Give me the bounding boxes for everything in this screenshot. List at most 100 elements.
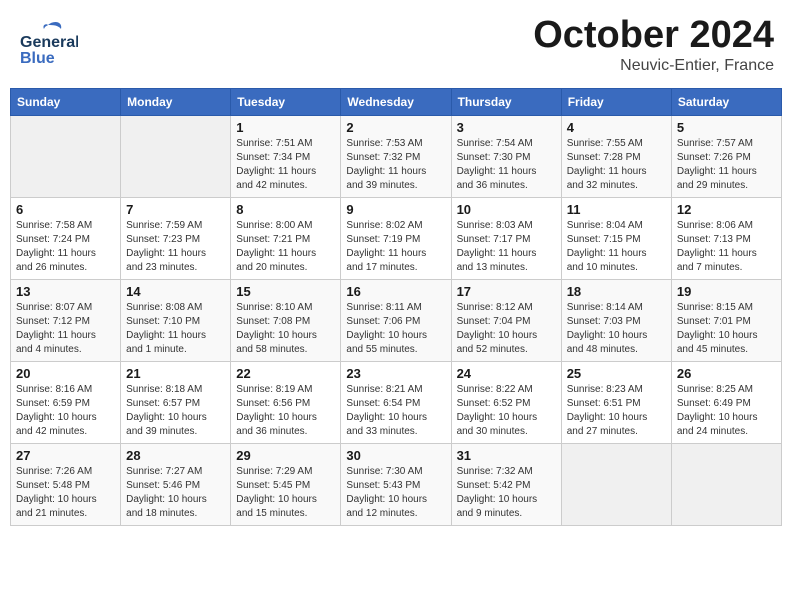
day-info: Sunrise: 8:25 AM Sunset: 6:49 PM Dayligh…	[677, 383, 776, 439]
day-info: Sunrise: 8:08 AM Sunset: 7:10 PM Dayligh…	[126, 301, 225, 357]
table-row: 25Sunrise: 8:23 AM Sunset: 6:51 PM Dayli…	[561, 361, 671, 443]
week-row-3: 13Sunrise: 8:07 AM Sunset: 7:12 PM Dayli…	[11, 279, 782, 361]
table-row: 5 Sunrise: 7:57 AM Sunset: 7:26 PM Daylig…	[671, 115, 781, 197]
day-info: Sunrise: 7:57 AM Sunset: 7:26 PM Dayligh…	[677, 137, 776, 193]
table-row	[11, 115, 121, 197]
table-row: 23 Sunrise: 8:21 AM Sunset: 6:54 PM Dayli…	[341, 361, 451, 443]
day-number: 23	[346, 366, 445, 381]
day-info: Sunrise: 7:55 AM Sunset: 7:28 PM Dayligh…	[567, 137, 666, 193]
svg-text:General: General	[20, 34, 78, 51]
day-number: 6	[16, 202, 115, 217]
day-info: Sunrise: 8:06 AM Sunset: 7:13 PM Dayligh…	[677, 219, 776, 275]
table-row: 30 Sunrise: 7:30 AM Sunset: 5:43 PM Dayli…	[341, 443, 451, 525]
day-number: 14	[126, 284, 225, 299]
day-number: 27	[16, 448, 115, 463]
table-row: 13Sunrise: 8:07 AM Sunset: 7:12 PM Dayli…	[11, 279, 121, 361]
day-number: 20	[16, 366, 115, 381]
week-row-4: 20 Sunrise: 8:16 AM Sunset: 6:59 PM Dayli…	[11, 361, 782, 443]
table-row: 7 Sunrise: 7:59 AM Sunset: 7:23 PM Daylig…	[121, 197, 231, 279]
day-number: 8	[236, 202, 335, 217]
week-row-5: 27 Sunrise: 7:26 AM Sunset: 5:48 PM Dayli…	[11, 443, 782, 525]
week-row-2: 6 Sunrise: 7:58 AM Sunset: 7:24 PM Daylig…	[11, 197, 782, 279]
table-row: 1Sunrise: 7:51 AM Sunset: 7:34 PM Daylig…	[231, 115, 341, 197]
day-info: Sunrise: 8:15 AM Sunset: 7:01 PM Dayligh…	[677, 301, 776, 357]
day-number: 5	[677, 120, 776, 135]
table-row: 17Sunrise: 8:12 AM Sunset: 7:04 PM Dayli…	[451, 279, 561, 361]
day-info: Sunrise: 8:22 AM Sunset: 6:52 PM Dayligh…	[457, 383, 556, 439]
table-row: 22Sunrise: 8:19 AM Sunset: 6:56 PM Dayli…	[231, 361, 341, 443]
day-number: 13	[16, 284, 115, 299]
table-row: 4 Sunrise: 7:55 AM Sunset: 7:28 PM Daylig…	[561, 115, 671, 197]
table-row: 9Sunrise: 8:02 AM Sunset: 7:19 PM Daylig…	[341, 197, 451, 279]
table-row: 31 Sunrise: 7:32 AM Sunset: 5:42 PM Dayli…	[451, 443, 561, 525]
day-info: Sunrise: 8:16 AM Sunset: 6:59 PM Dayligh…	[16, 383, 115, 439]
day-info: Sunrise: 8:19 AM Sunset: 6:56 PM Dayligh…	[236, 383, 335, 439]
day-number: 12	[677, 202, 776, 217]
header-sunday: Sunday	[11, 88, 121, 115]
day-info: Sunrise: 7:54 AM Sunset: 7:30 PM Dayligh…	[457, 137, 556, 193]
day-number: 19	[677, 284, 776, 299]
day-number: 29	[236, 448, 335, 463]
day-number: 24	[457, 366, 556, 381]
table-row: 2Sunrise: 7:53 AM Sunset: 7:32 PM Daylig…	[341, 115, 451, 197]
table-row: 20 Sunrise: 8:16 AM Sunset: 6:59 PM Dayli…	[11, 361, 121, 443]
day-info: Sunrise: 7:58 AM Sunset: 7:24 PM Dayligh…	[16, 219, 115, 275]
day-number: 3	[457, 120, 556, 135]
day-number: 11	[567, 202, 666, 217]
day-info: Sunrise: 8:10 AM Sunset: 7:08 PM Dayligh…	[236, 301, 335, 357]
table-row: 18 Sunrise: 8:14 AM Sunset: 7:03 PM Dayli…	[561, 279, 671, 361]
day-number: 7	[126, 202, 225, 217]
day-info: Sunrise: 8:04 AM Sunset: 7:15 PM Dayligh…	[567, 219, 666, 275]
day-number: 26	[677, 366, 776, 381]
day-number: 30	[346, 448, 445, 463]
table-row: 11 Sunrise: 8:04 AM Sunset: 7:15 PM Dayli…	[561, 197, 671, 279]
day-number: 25	[567, 366, 666, 381]
header-saturday: Saturday	[671, 88, 781, 115]
calendar-body: 1Sunrise: 7:51 AM Sunset: 7:34 PM Daylig…	[11, 115, 782, 525]
table-row: 27 Sunrise: 7:26 AM Sunset: 5:48 PM Dayli…	[11, 443, 121, 525]
day-info: Sunrise: 8:18 AM Sunset: 6:57 PM Dayligh…	[126, 383, 225, 439]
week-row-1: 1Sunrise: 7:51 AM Sunset: 7:34 PM Daylig…	[11, 115, 782, 197]
table-row: 26 Sunrise: 8:25 AM Sunset: 6:49 PM Dayli…	[671, 361, 781, 443]
table-row: 28Sunrise: 7:27 AM Sunset: 5:46 PM Dayli…	[121, 443, 231, 525]
day-number: 21	[126, 366, 225, 381]
day-number: 31	[457, 448, 556, 463]
table-row: 14 Sunrise: 8:08 AM Sunset: 7:10 PM Dayli…	[121, 279, 231, 361]
day-info: Sunrise: 7:26 AM Sunset: 5:48 PM Dayligh…	[16, 465, 115, 521]
day-info: Sunrise: 8:12 AM Sunset: 7:04 PM Dayligh…	[457, 301, 556, 357]
day-number: 4	[567, 120, 666, 135]
day-info: Sunrise: 8:03 AM Sunset: 7:17 PM Dayligh…	[457, 219, 556, 275]
svg-text:Blue: Blue	[20, 50, 55, 65]
day-info: Sunrise: 7:51 AM Sunset: 7:34 PM Dayligh…	[236, 137, 335, 193]
table-row: 6 Sunrise: 7:58 AM Sunset: 7:24 PM Daylig…	[11, 197, 121, 279]
table-row	[671, 443, 781, 525]
day-number: 15	[236, 284, 335, 299]
logo: GeneralBlue	[18, 15, 78, 65]
day-info: Sunrise: 8:14 AM Sunset: 7:03 PM Dayligh…	[567, 301, 666, 357]
logo-svg: GeneralBlue	[18, 15, 78, 65]
table-row: 16Sunrise: 8:11 AM Sunset: 7:06 PM Dayli…	[341, 279, 451, 361]
table-row	[561, 443, 671, 525]
calendar-table: Sunday Monday Tuesday Wednesday Thursday…	[10, 88, 782, 526]
month-title: October 2024	[533, 15, 774, 57]
day-info: Sunrise: 8:00 AM Sunset: 7:21 PM Dayligh…	[236, 219, 335, 275]
day-info: Sunrise: 7:32 AM Sunset: 5:42 PM Dayligh…	[457, 465, 556, 521]
day-info: Sunrise: 8:11 AM Sunset: 7:06 PM Dayligh…	[346, 301, 445, 357]
table-row: 3 Sunrise: 7:54 AM Sunset: 7:30 PM Daylig…	[451, 115, 561, 197]
table-row: 10Sunrise: 8:03 AM Sunset: 7:17 PM Dayli…	[451, 197, 561, 279]
day-number: 28	[126, 448, 225, 463]
header-monday: Monday	[121, 88, 231, 115]
day-info: Sunrise: 8:21 AM Sunset: 6:54 PM Dayligh…	[346, 383, 445, 439]
day-info: Sunrise: 7:59 AM Sunset: 7:23 PM Dayligh…	[126, 219, 225, 275]
table-row: 29Sunrise: 7:29 AM Sunset: 5:45 PM Dayli…	[231, 443, 341, 525]
day-number: 9	[346, 202, 445, 217]
header-wednesday: Wednesday	[341, 88, 451, 115]
table-row: 21 Sunrise: 8:18 AM Sunset: 6:57 PM Dayli…	[121, 361, 231, 443]
page-header: GeneralBlue October 2024 Neuvic-Entier, …	[10, 10, 782, 80]
day-number: 18	[567, 284, 666, 299]
day-info: Sunrise: 7:30 AM Sunset: 5:43 PM Dayligh…	[346, 465, 445, 521]
table-row: 19 Sunrise: 8:15 AM Sunset: 7:01 PM Dayli…	[671, 279, 781, 361]
day-number: 2	[346, 120, 445, 135]
table-row	[121, 115, 231, 197]
header-thursday: Thursday	[451, 88, 561, 115]
